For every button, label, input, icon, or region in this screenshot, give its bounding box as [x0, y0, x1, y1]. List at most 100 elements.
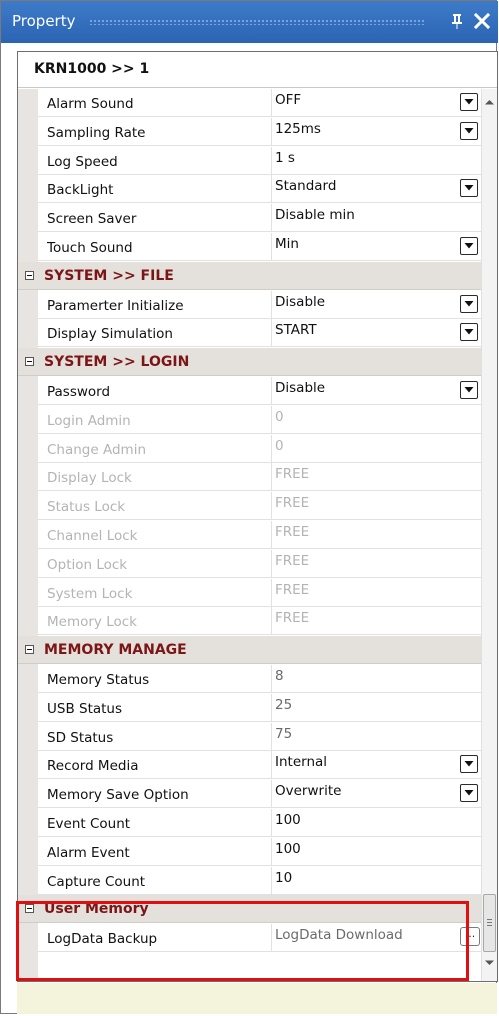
scroll-down-icon[interactable] — [485, 960, 494, 966]
panel-titlebar[interactable]: Property — [1, 1, 498, 43]
property-row-display-lock[interactable]: Display Lock FREE — [18, 463, 481, 492]
property-value-cell[interactable]: Internal — [272, 751, 481, 780]
property-name-cell[interactable]: Touch Sound — [38, 233, 272, 261]
property-name-cell[interactable]: Display Simulation — [38, 319, 272, 348]
property-name-cell[interactable]: Log Speed — [38, 146, 272, 175]
property-name-cell[interactable]: Display Lock — [38, 463, 272, 492]
collapse-toggle-icon[interactable] — [25, 357, 34, 367]
pin-icon[interactable] — [447, 9, 467, 33]
property-row-sampling-rate[interactable]: Sampling Rate 125ms — [18, 117, 481, 146]
category-user-memory[interactable]: User Memory — [18, 895, 481, 924]
property-name-cell[interactable]: Status Lock — [38, 492, 272, 521]
property-name-cell[interactable]: Record Media — [38, 751, 272, 780]
property-row-change-admin[interactable]: Change Admin 0 — [18, 434, 481, 463]
property-value-cell[interactable]: Disable — [272, 377, 481, 405]
property-value-cell[interactable]: Min — [272, 233, 481, 261]
property-name-cell[interactable]: Event Count — [38, 809, 272, 837]
property-name-cell[interactable]: Memory Lock — [38, 607, 272, 636]
property-row-status-lock[interactable]: Status Lock FREE — [18, 492, 481, 521]
property-name-cell[interactable]: Channel Lock — [38, 521, 272, 549]
property-row-alarm-event[interactable]: Alarm Event 100 — [18, 837, 481, 866]
property-value-cell[interactable]: 1 s — [272, 147, 481, 175]
property-value-cell[interactable]: 125ms — [272, 118, 481, 146]
property-name-cell[interactable]: Option Lock — [38, 549, 272, 578]
property-name-cell[interactable]: Alarm Event — [38, 837, 272, 866]
property-name-cell[interactable]: Login Admin — [38, 405, 272, 434]
property-name-cell[interactable]: USB Status — [38, 693, 272, 722]
property-row-sd-status[interactable]: SD Status 75 — [18, 722, 481, 751]
chevron-down-icon[interactable] — [460, 237, 478, 255]
property-row-memory-save-option[interactable]: Memory Save Option Overwrite — [18, 780, 481, 809]
property-row-backlight[interactable]: BackLight Standard — [18, 175, 481, 204]
category-label: MEMORY MANAGE — [44, 642, 187, 659]
property-row-alarm-sound[interactable]: Alarm Sound OFF — [18, 89, 481, 117]
property-value: 0 — [275, 437, 284, 454]
property-name-cell[interactable]: Screen Saver — [38, 204, 272, 233]
chevron-down-icon[interactable] — [460, 323, 478, 342]
property-name-cell[interactable]: Sampling Rate — [38, 117, 272, 146]
property-value-cell[interactable]: 25 — [272, 694, 481, 722]
property-row-system-lock[interactable]: System Lock FREE — [18, 578, 481, 607]
property-value-cell[interactable]: LogData Download... — [272, 924, 481, 953]
property-name-cell[interactable]: Password — [38, 377, 272, 405]
property-name-cell[interactable]: LogData Backup — [38, 924, 272, 953]
vertical-scrollbar[interactable] — [481, 89, 497, 981]
property-row-usb-status[interactable]: USB Status 25 — [18, 693, 481, 722]
property-value-cell[interactable]: Standard — [272, 175, 481, 204]
property-name-cell[interactable]: Memory Status — [38, 665, 272, 693]
property-row-memory-status[interactable]: Memory Status 8 — [18, 665, 481, 693]
property-row-memory-lock[interactable]: Memory Lock FREE — [18, 607, 481, 636]
property-value-cell[interactable]: 8 — [272, 665, 481, 693]
property-name-cell[interactable]: Memory Save Option — [38, 780, 272, 809]
property-row-capture-count[interactable]: Capture Count 10 — [18, 866, 481, 895]
property-name-cell[interactable]: Alarm Sound — [38, 89, 272, 117]
property-value-cell[interactable]: 100 — [272, 838, 481, 866]
chevron-down-icon[interactable] — [460, 93, 478, 111]
property-row-logdata-backup[interactable]: LogData Backup LogData Download... — [18, 924, 481, 953]
property-name-cell[interactable]: System Lock — [38, 578, 272, 607]
category-login[interactable]: SYSTEM >> LOGIN — [18, 348, 481, 377]
chevron-down-icon[interactable] — [460, 381, 478, 399]
property-row-log-speed[interactable]: Log Speed 1 s — [18, 146, 481, 175]
property-row-record-media[interactable]: Record Media Internal — [18, 751, 481, 780]
chevron-down-icon[interactable] — [460, 784, 478, 803]
scrollbar-thumb[interactable] — [483, 894, 496, 952]
chevron-down-icon[interactable] — [460, 294, 478, 313]
property-row-option-lock[interactable]: Option Lock FREE — [18, 549, 481, 578]
property-name-cell[interactable]: SD Status — [38, 722, 272, 751]
property-value-cell[interactable]: Overwrite — [272, 780, 481, 809]
property-row-touch-sound[interactable]: Touch Sound Min — [18, 233, 481, 261]
property-value-cell[interactable]: Disable min — [272, 204, 481, 233]
property-name-cell[interactable]: BackLight — [38, 175, 272, 204]
collapse-toggle-icon[interactable] — [25, 904, 34, 914]
property-value-cell[interactable]: Disable — [272, 291, 481, 319]
property-row-password[interactable]: Password Disable — [18, 377, 481, 405]
property-row-login-admin[interactable]: Login Admin 0 — [18, 405, 481, 434]
chevron-down-icon[interactable] — [460, 755, 478, 774]
property-value-cell: FREE — [272, 550, 481, 578]
property-value-cell[interactable]: 75 — [272, 723, 481, 751]
property-row-event-count[interactable]: Event Count 100 — [18, 809, 481, 837]
category-memory[interactable]: MEMORY MANAGE — [18, 636, 481, 665]
chevron-down-icon[interactable] — [460, 179, 478, 198]
collapse-toggle-icon[interactable] — [25, 645, 34, 655]
property-name-cell[interactable]: Paramerter Initialize — [38, 290, 272, 319]
property-row-paramerter-initialize[interactable]: Paramerter Initialize Disable — [18, 290, 481, 319]
property-row-screen-saver[interactable]: Screen Saver Disable min — [18, 204, 481, 233]
category-label: User Memory — [44, 901, 149, 918]
property-value-cell[interactable]: START — [272, 319, 481, 348]
property-value-cell[interactable]: OFF — [272, 89, 481, 117]
property-value-cell[interactable]: 10 — [272, 867, 481, 895]
category-file[interactable]: SYSTEM >> FILE — [18, 261, 481, 290]
property-value: START — [275, 322, 317, 339]
close-icon[interactable] — [471, 9, 493, 33]
collapse-toggle-icon[interactable] — [25, 270, 34, 280]
chevron-down-icon[interactable] — [460, 121, 478, 140]
scroll-up-icon[interactable] — [485, 99, 494, 105]
browse-button[interactable]: ... — [460, 927, 480, 947]
property-name-cell[interactable]: Change Admin — [38, 434, 272, 463]
property-value-cell[interactable]: 100 — [272, 809, 481, 837]
property-row-display-simulation[interactable]: Display Simulation START — [18, 319, 481, 348]
property-row-channel-lock[interactable]: Channel Lock FREE — [18, 521, 481, 549]
property-name-cell[interactable]: Capture Count — [38, 866, 272, 895]
